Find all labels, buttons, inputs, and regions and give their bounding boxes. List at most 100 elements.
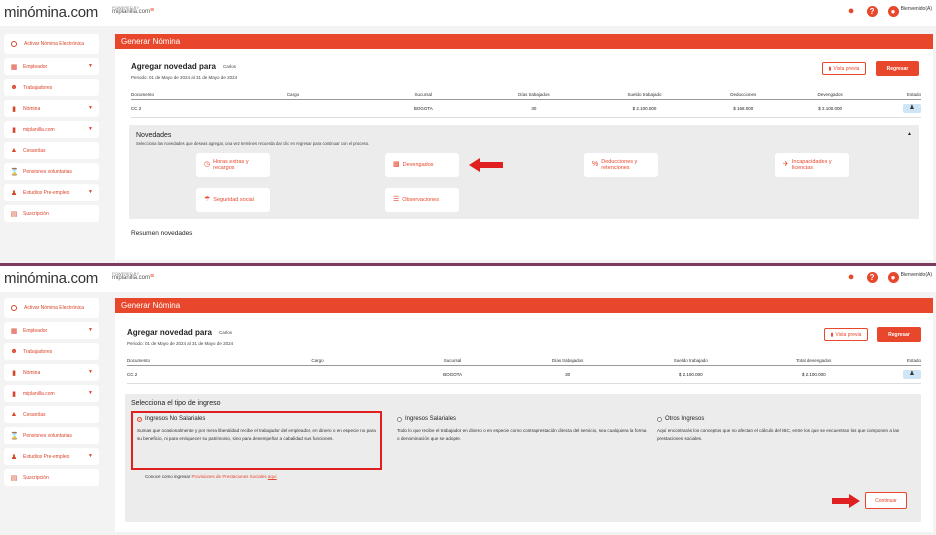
option-otros-desc: Aquí encontrarás los conceptos que no af…	[657, 428, 900, 441]
sidebar-item-label: Cesantías	[23, 411, 46, 418]
seguridad-social-button[interactable]: ☂ Seguridad social	[196, 188, 270, 212]
document-icon: ▮	[830, 331, 834, 338]
sidebar-item-miplanilla[interactable]: ▮ miplanilla.com ▼	[4, 121, 99, 138]
sidebar-item-label: Nómina	[23, 369, 41, 376]
cell-documento: CC 2	[131, 99, 226, 118]
vista-previa-button[interactable]: ▮ Vista previa	[822, 62, 866, 75]
plane-icon: ✈	[783, 161, 789, 168]
sidebar-item-cesantias[interactable]: ▲ Cesantías	[4, 142, 99, 159]
chat-icon[interactable]: ●	[846, 6, 857, 17]
sidebar-item-label: Cesantías	[23, 147, 46, 154]
resumen-novedades: Resumen novedades	[131, 230, 193, 237]
col-sucursal: Sucursal	[360, 90, 487, 100]
logo[interactable]: minómina.com	[4, 270, 98, 287]
users-icon: ☻	[10, 348, 18, 355]
building-icon: ▦	[10, 327, 18, 335]
menu-toggle-icon[interactable]: ≡	[150, 7, 156, 14]
cell-sucursal: BOGOTA	[360, 99, 487, 118]
document-icon: ▮	[12, 105, 16, 113]
regresar-button[interactable]: Regresar	[876, 61, 919, 76]
user-avatar-icon[interactable]: ●	[887, 272, 899, 283]
sidebar-item-suscripcion[interactable]: ▤ Suscripción	[4, 205, 99, 222]
deducciones-button[interactable]: % Deducciones y retenciones	[584, 153, 658, 177]
panel-title: Generar Nómina	[115, 298, 933, 313]
horas-extras-button[interactable]: ◷ Horas extras y recargos	[196, 153, 270, 177]
sidebar-item-empleador[interactable]: ▦ Empleador ▼	[4, 322, 99, 339]
sidebar-item-nomina[interactable]: ▮ Nómina ▼	[4, 364, 99, 381]
sidebar-item-suscripcion[interactable]: ▤ Suscripción	[4, 469, 99, 486]
sidebar-item-label: Activar Nómina Electrónica	[24, 304, 85, 311]
sidebar-item-nomina-electronica[interactable]: Activar Nómina Electrónica	[4, 34, 99, 54]
radio-unselected-icon[interactable]	[657, 416, 662, 422]
list-icon: ☰	[393, 196, 400, 203]
continuar-button[interactable]: Continuar	[865, 492, 907, 509]
provisiones-link[interactable]: Provisiones de Prestaciones Sociales	[192, 474, 267, 479]
vista-previa-button[interactable]: ▮ Vista previa	[824, 328, 868, 341]
devengados-button[interactable]: ▩ Devengados	[385, 153, 459, 177]
help-icon[interactable]: ?	[866, 272, 878, 283]
user-status-icon[interactable]: ♟	[903, 370, 921, 379]
pointer-arrow-icon	[469, 158, 503, 172]
period-text: Periodo: 01 de Mayo de 2024 al 31 de May…	[127, 341, 234, 346]
conoce-label: Conoce como ingresar	[145, 474, 191, 479]
page-heading: Agregar novedad para	[131, 62, 216, 71]
sidebar-item-label: Pensiones voluntarias	[23, 432, 72, 439]
sidebar-item-estudios[interactable]: ♟ Estudios Pre-empleo ▼	[4, 448, 99, 465]
sidebar-item-label: Empleador	[23, 63, 48, 70]
chevron-down-icon: ▼	[88, 390, 93, 396]
aqui-link[interactable]: aquí	[268, 474, 277, 479]
sidebar-item-label: Pensiones voluntarias	[23, 168, 72, 175]
option-otros[interactable]: Otros Ingresos Aquí encontrarás los conc…	[657, 416, 907, 442]
col-estado: Estado	[873, 356, 921, 366]
tipo-ingreso-box: Selecciona el tipo de ingreso Ingresos N…	[125, 394, 921, 522]
sidebar-item-nomina[interactable]: ▮ Nómina ▼	[4, 100, 99, 117]
col-documento: Documento	[127, 356, 239, 366]
option-otros-name: Otros Ingresos	[665, 416, 705, 422]
cell-devengados: $ 2.100.000	[778, 99, 882, 118]
powered-by-name: miplanilla.com	[112, 9, 151, 15]
conoce-text: Conoce como ingresar Provisiones de Pres…	[145, 474, 277, 479]
generar-nomina-panel: Generar Nómina Agregar novedad para Carl…	[115, 34, 933, 260]
novedades-box: Novedades ▲ Selecciona las novedades que…	[129, 125, 919, 219]
devengados-label: Devengados	[402, 162, 434, 168]
sidebar-item-trabajadores[interactable]: ☻ Trabajadores	[4, 79, 99, 96]
sidebar-item-pensiones[interactable]: ⌛ Pensiones voluntarias	[4, 163, 99, 180]
sidebar-item-label: Suscripción	[23, 210, 49, 217]
chevron-down-icon: ▼	[88, 126, 93, 132]
collapse-up-icon[interactable]: ▲	[907, 131, 912, 137]
document-icon: ▮	[828, 65, 832, 72]
card-icon: ▤	[10, 474, 18, 482]
cell-total-devengados: $ 2.100.000	[754, 365, 874, 384]
sidebar-item-miplanilla[interactable]: ▮ miplanilla.com ▼	[4, 385, 99, 402]
user-status-icon[interactable]: ♟	[903, 104, 921, 113]
sidebar-item-empleador[interactable]: ▦ Empleador ▼	[4, 58, 99, 75]
regresar-button[interactable]: Regresar	[877, 327, 921, 342]
sidebar-item-estudios[interactable]: ♟ Estudios Pre-empleo ▼	[4, 184, 99, 201]
employee-table: Documento Cargo Sucursal Días trabajados…	[127, 356, 921, 384]
user-avatar-icon[interactable]: ●	[887, 6, 899, 17]
sidebar-item-label: Suscripción	[23, 474, 49, 481]
sidebar-item-trabajadores[interactable]: ☻ Trabajadores	[4, 343, 99, 360]
table-header-row: Documento Cargo Sucursal Días trabajados…	[127, 356, 921, 366]
sidebar-item-label: Estudios Pre-empleo	[23, 189, 70, 196]
logo[interactable]: minómina.com	[4, 4, 98, 21]
chat-icon[interactable]: ●	[846, 272, 857, 283]
circle-icon	[11, 41, 17, 47]
document-icon: ▮	[12, 126, 16, 134]
cell-sueldo: $ 2.100.000	[581, 99, 708, 118]
sidebar-item-nomina-electronica[interactable]: Activar Nómina Electrónica	[4, 298, 99, 318]
incapacidades-button[interactable]: ✈ Incapacidades y licencias	[775, 153, 849, 177]
col-sueldo: Sueldo trabajado	[627, 356, 755, 366]
option-salariales[interactable]: Ingresos Salariales Todo lo que recibe e…	[397, 416, 647, 442]
menu-toggle-icon[interactable]: ≡	[150, 273, 156, 280]
sidebar-item-cesantias[interactable]: ▲ Cesantías	[4, 406, 99, 423]
sidebar-item-pensiones[interactable]: ⌛ Pensiones voluntarias	[4, 427, 99, 444]
observaciones-button[interactable]: ☰ Observaciones	[385, 188, 459, 212]
chevron-down-icon: ▼	[88, 369, 93, 375]
col-sucursal: Sucursal	[396, 356, 509, 366]
radio-unselected-icon[interactable]	[397, 416, 402, 422]
piggy-bank-icon: ▲	[10, 147, 18, 154]
sidebar-item-label: miplanilla.com	[23, 390, 55, 397]
building-icon: ▦	[10, 63, 18, 71]
help-icon[interactable]: ?	[866, 6, 878, 17]
